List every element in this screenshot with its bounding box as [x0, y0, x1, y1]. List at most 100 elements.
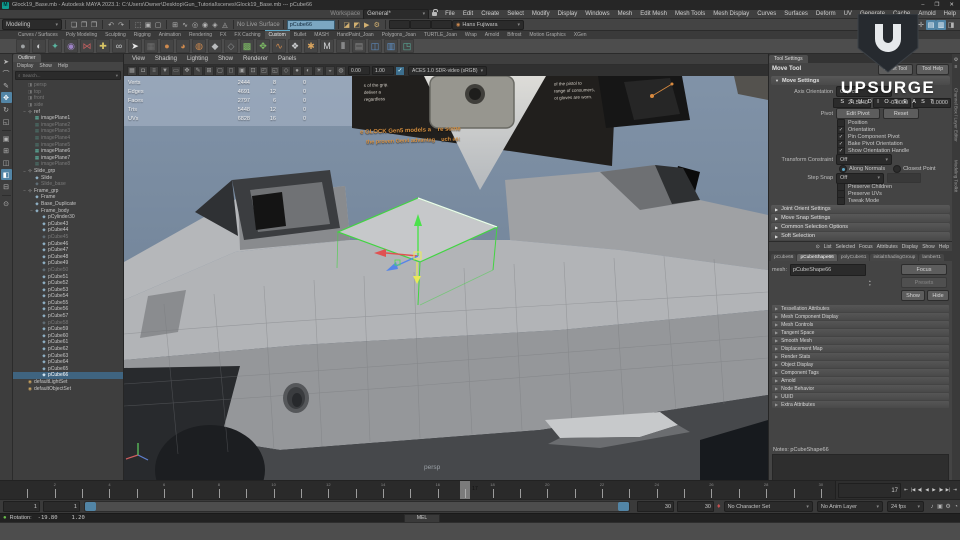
- hide-button[interactable]: Hide: [927, 290, 949, 301]
- step-back-key-button[interactable]: |◀: [910, 484, 916, 496]
- outliner-item[interactable]: ◆ pCube58: [13, 319, 123, 326]
- outliner-item[interactable]: ◆ Slide_base: [13, 181, 123, 188]
- outliner-item[interactable]: ◉ defaultObjectSet: [13, 385, 123, 392]
- orient-value-field[interactable]: -0.0000: [873, 97, 911, 108]
- shelf-burst-icon[interactable]: ✱: [304, 39, 318, 53]
- grease-pencil-icon[interactable]: ✎: [193, 65, 203, 76]
- render-sequence-icon[interactable]: ▶: [362, 20, 372, 30]
- snap-point-icon[interactable]: ◎: [190, 20, 200, 30]
- outliner-item[interactable]: ◆ pCube49: [13, 260, 123, 267]
- outliner-item[interactable]: − ◆ Frame_body: [13, 207, 123, 214]
- film-gate-icon[interactable]: ▢: [215, 65, 225, 76]
- list-icon[interactable]: ≡: [953, 63, 960, 70]
- anim-prefs-icon[interactable]: ◔: [952, 503, 960, 511]
- outliner-item[interactable]: ◆ pCube46: [13, 240, 123, 247]
- checkbox-row[interactable]: Pin Component Pivot: [769, 132, 952, 141]
- lock-icon[interactable]: [432, 9, 439, 16]
- scale-tool[interactable]: ◱: [1, 116, 12, 127]
- humanik-toggle[interactable]: ✛: [916, 20, 926, 30]
- playback-end-field[interactable]: 30: [637, 501, 675, 512]
- attribute-section[interactable]: ▶ Tangent Space: [772, 329, 949, 336]
- shelf-blue-grid-icon[interactable]: ▥: [384, 39, 398, 53]
- vertical-panel-tab[interactable]: Modeling Toolkit: [954, 160, 959, 192]
- attribute-tab[interactable]: pCube66: [771, 254, 797, 261]
- shelf-uv-layout-icon[interactable]: ◳: [400, 39, 414, 53]
- outliner-item[interactable]: ◆ pCube55: [13, 300, 123, 307]
- attribute-section[interactable]: ▶ Mesh Controls: [772, 321, 949, 328]
- attribute-section[interactable]: ▶ Render Stats: [772, 353, 949, 360]
- resolution-gate-icon[interactable]: ◻: [226, 65, 236, 76]
- shelf-tab[interactable]: Arnold: [481, 31, 503, 39]
- ae-menu-item[interactable]: Focus: [859, 244, 873, 250]
- new-scene-icon[interactable]: ❏: [69, 20, 79, 30]
- select-object-icon[interactable]: ▣: [143, 20, 153, 30]
- layout-hypershade[interactable]: ⊟: [1, 181, 12, 192]
- vertical-panel-tab[interactable]: Channel Box / Layer Editor: [954, 88, 959, 142]
- safe-title-icon[interactable]: ◱: [270, 65, 280, 76]
- pin-icon[interactable]: ⊙: [816, 244, 820, 250]
- redo-icon[interactable]: ↷: [116, 20, 126, 30]
- modeling-toolkit-toggle[interactable]: ⬡: [906, 20, 916, 30]
- show-button[interactable]: Show: [901, 290, 925, 301]
- shadows-icon[interactable]: ◒: [325, 65, 335, 76]
- menu-item[interactable]: Mesh Tools: [671, 11, 709, 17]
- outliner-item[interactable]: ◆ pCube56: [13, 306, 123, 313]
- radio-button[interactable]: [893, 165, 902, 173]
- viewport-menu-item[interactable]: Renderer: [239, 56, 272, 62]
- ae-menu-item[interactable]: Attributes: [877, 244, 898, 250]
- playback-start-field[interactable]: 1: [42, 501, 80, 512]
- shelf-graph-icon[interactable]: ▤: [352, 39, 366, 53]
- coord-y-input[interactable]: [409, 20, 431, 29]
- fps-dropdown[interactable]: 24 fps ▾: [886, 501, 925, 512]
- menu-item[interactable]: Select: [503, 11, 528, 17]
- outliner-item[interactable]: − ⊹ Slide_grp: [13, 168, 123, 175]
- outliner-item[interactable]: ▦ imagePlane6: [13, 148, 123, 155]
- attribute-section[interactable]: ▶ Object Display: [772, 361, 949, 368]
- shelf-tab[interactable]: Sculpting: [101, 31, 130, 39]
- outliner-item[interactable]: ◨ top: [13, 89, 123, 96]
- minimize-button[interactable]: –: [921, 2, 924, 8]
- shelf-sphere-icon[interactable]: ●: [16, 39, 30, 53]
- viewport-menu-item[interactable]: Shading: [151, 56, 181, 62]
- range-end-handle[interactable]: [618, 502, 630, 511]
- shelf-tab[interactable]: Wrap: [461, 31, 481, 39]
- menu-item[interactable]: Modify: [528, 11, 554, 17]
- close-button[interactable]: ✕: [949, 2, 954, 8]
- character-set-dropdown[interactable]: No Character Set ▾: [723, 501, 813, 512]
- shelf-shaded-sphere-icon[interactable]: ◐: [32, 39, 46, 53]
- color-managed-icon[interactable]: ✓: [395, 65, 405, 76]
- attribute-section[interactable]: ▶ Component Tags: [772, 369, 949, 376]
- menu-item[interactable]: Edit Mesh: [636, 11, 671, 17]
- reset-tool-button[interactable]: Reset Tool: [877, 63, 914, 75]
- move-settings-section[interactable]: ▼ Move Settings: [771, 76, 950, 85]
- transform-constraint-dropdown[interactable]: Off ▾: [836, 154, 892, 165]
- viewport-menu-item[interactable]: Panels: [274, 56, 300, 62]
- ae-menu-item[interactable]: Selected: [836, 244, 855, 250]
- shelf-diamond-outline-icon[interactable]: ◇: [224, 39, 238, 53]
- menu-item[interactable]: Arnold: [914, 11, 939, 17]
- collapsed-section[interactable]: ▶ Move Snap Settings: [771, 214, 950, 222]
- viewport-menu-item[interactable]: View: [128, 56, 149, 62]
- menu-item[interactable]: Windows: [581, 11, 613, 17]
- viewport-panel[interactable]: View Shading Lighting Show Renderer Panels ▦ ◘…: [124, 54, 768, 480]
- attribute-section[interactable]: ▶ Extra Attributes: [772, 401, 949, 408]
- select-tool[interactable]: ➤: [1, 56, 12, 67]
- outliner-panel-tab[interactable]: Outliner: [13, 54, 41, 62]
- shelf-tab[interactable]: Rigging: [130, 31, 155, 39]
- title-bar[interactable]: M Glock19_Base.mb - Autodesk MAYA 2023.1…: [0, 0, 960, 10]
- anim-layer-dropdown[interactable]: No Anim Layer ▾: [816, 501, 883, 512]
- outliner-item[interactable]: ◆ pCube50: [13, 267, 123, 274]
- ae-menu-item[interactable]: Show: [922, 244, 935, 250]
- outliner-item[interactable]: ◆ Frame: [13, 194, 123, 201]
- reset-pivot-button[interactable]: Reset: [883, 108, 919, 119]
- time-slider[interactable]: 17 2 4 6 8 10 12 14 16 18 20 22 24 26 28 30: [0, 481, 836, 499]
- render-frame-icon[interactable]: ◪: [342, 20, 352, 30]
- checkbox-row[interactable]: Bake Pivot Orientation: [769, 139, 952, 148]
- snap-center-icon[interactable]: ◉: [200, 20, 210, 30]
- shelf-atom-icon[interactable]: ◉: [64, 39, 78, 53]
- collapsed-section[interactable]: ▶ Soft Selection: [771, 232, 950, 240]
- shelf-diamond-icon[interactable]: ◆: [208, 39, 222, 53]
- checkbox-row[interactable]: Preserve Children: [769, 182, 952, 191]
- range-slider[interactable]: [83, 501, 631, 512]
- attribute-tab[interactable]: polyCube61: [837, 254, 870, 261]
